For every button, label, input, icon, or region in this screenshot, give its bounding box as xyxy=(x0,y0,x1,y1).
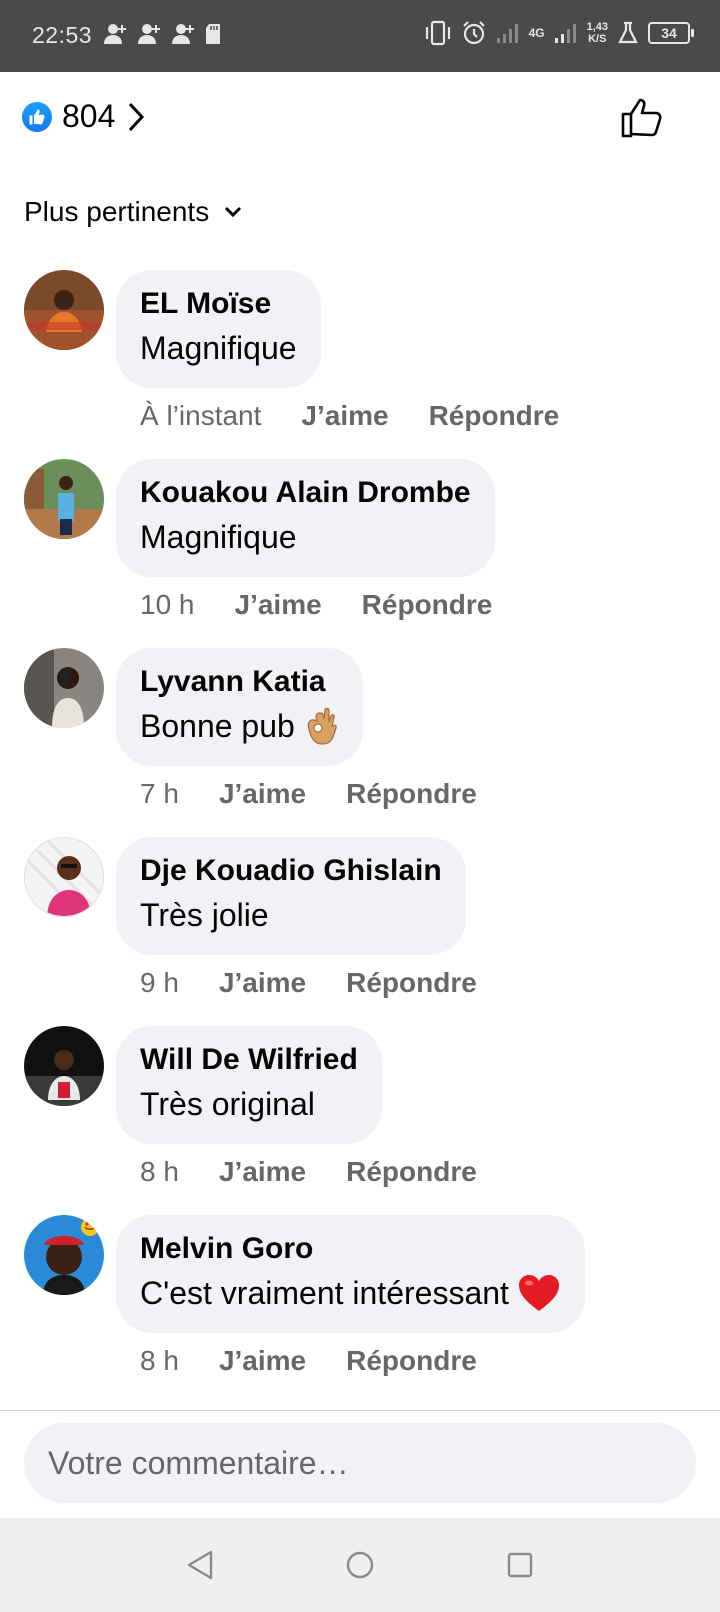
reactions-summary[interactable]: 804 xyxy=(22,98,145,135)
signal-icon xyxy=(496,24,518,43)
system-nav-bar xyxy=(0,1518,720,1612)
avatar[interactable] xyxy=(24,270,104,350)
comment-actions: 8 h J’aime Répondre xyxy=(140,1154,477,1190)
comment-bubble[interactable]: Dje Kouadio Ghislain Très jolie xyxy=(116,837,466,955)
sort-label: Plus pertinents xyxy=(24,196,210,227)
avatar[interactable] xyxy=(24,837,104,917)
network-speed: 1,43 K/S xyxy=(587,21,608,45)
red-heart-icon xyxy=(518,1275,559,1311)
comment-time: 10 h xyxy=(140,589,195,620)
comment-bubble[interactable]: Kouakou Alain Drombe Magnifique xyxy=(116,459,495,577)
speed-value: 1,43 xyxy=(586,21,608,33)
comment-text-content: Magnifique xyxy=(140,330,297,366)
comment-actions: 7 h J’aime Répondre xyxy=(140,776,477,812)
reply-link[interactable]: Répondre xyxy=(346,1154,477,1190)
comment-text: Très jolie xyxy=(140,891,442,939)
like-outline-icon[interactable] xyxy=(620,96,664,138)
comment-actions: 9 h J’aime Répondre xyxy=(140,965,477,1001)
person-add-icon xyxy=(138,24,160,44)
comment-bubble[interactable]: EL Moïse Magnifique xyxy=(116,270,321,388)
network-type: 4G xyxy=(528,26,545,40)
like-link[interactable]: J’aime xyxy=(301,398,388,434)
comment-input[interactable] xyxy=(24,1423,696,1503)
comment-bubble[interactable]: Melvin Goro C'est vraiment intéressant xyxy=(116,1215,585,1333)
comment-actions: À l’instant J’aime Répondre xyxy=(140,398,559,434)
comment-text: C'est vraiment intéressant xyxy=(140,1269,561,1317)
comment-item: Will De Wilfried Très original 8 h J’aim… xyxy=(0,1026,720,1221)
home-button[interactable] xyxy=(330,1535,390,1595)
comment-time: 9 h xyxy=(140,967,179,998)
chevron-right-icon xyxy=(129,102,145,131)
like-link[interactable]: J’aime xyxy=(219,965,306,1001)
ok-hand-icon xyxy=(307,707,337,745)
comment-actions: 10 h J’aime Répondre xyxy=(140,587,492,623)
like-link[interactable]: J’aime xyxy=(235,587,322,623)
comment-item: Melvin Goro C'est vraiment intéressant 8… xyxy=(0,1215,720,1410)
signal-icon xyxy=(554,24,576,43)
status-time: 22:53 xyxy=(32,22,93,48)
chevron-down-icon xyxy=(225,206,242,218)
reply-link[interactable]: Répondre xyxy=(362,587,493,623)
comment-author[interactable]: EL Moïse xyxy=(140,284,297,324)
like-link[interactable]: J’aime xyxy=(219,1154,306,1190)
reply-link[interactable]: Répondre xyxy=(429,398,560,434)
comments-list: EL Moïse Magnifique À l’instant J’aime R… xyxy=(0,270,720,1410)
comment-text-content: Très jolie xyxy=(140,897,269,933)
comment-text-content: Bonne pub xyxy=(140,708,295,744)
reply-link[interactable]: Répondre xyxy=(346,965,477,1001)
like-reaction-icon xyxy=(22,101,52,132)
comment-item: Lyvann Katia Bonne pub 7 h J’aime Répond… xyxy=(0,648,720,843)
like-link[interactable]: J’aime xyxy=(219,1343,306,1379)
status-right-icons: 4G 1,43 K/S 34 xyxy=(424,20,694,46)
vibrate-icon xyxy=(425,20,450,46)
comment-text-content: C'est vraiment intéressant xyxy=(140,1275,509,1311)
comment-time: 8 h xyxy=(140,1345,179,1376)
sd-card-icon xyxy=(206,24,220,44)
battery-icon: 34 xyxy=(648,22,694,44)
comment-actions: 8 h J’aime Répondre xyxy=(140,1343,477,1379)
comment-bubble[interactable]: Will De Wilfried Très original xyxy=(116,1026,382,1144)
flask-icon xyxy=(618,21,638,44)
avatar[interactable] xyxy=(24,1215,104,1295)
comment-text: Magnifique xyxy=(140,513,471,561)
comment-text: Très original xyxy=(140,1080,358,1128)
comment-text: Magnifique xyxy=(140,324,297,372)
comment-text-content: Magnifique xyxy=(140,519,297,555)
alarm-icon xyxy=(462,21,485,45)
reaction-count: 804 xyxy=(62,98,116,134)
recents-button[interactable] xyxy=(490,1535,550,1595)
avatar[interactable] xyxy=(24,648,104,728)
battery-level: 34 xyxy=(661,25,677,41)
comment-author[interactable]: Will De Wilfried xyxy=(140,1040,358,1080)
person-add-icon xyxy=(172,24,194,44)
comment-composer xyxy=(0,1410,720,1518)
status-bar: 22:53 4G 1,43 K/S 34 xyxy=(0,0,720,72)
speed-unit: K/S xyxy=(588,33,607,45)
reply-link[interactable]: Répondre xyxy=(346,776,477,812)
comment-item: EL Moïse Magnifique À l’instant J’aime R… xyxy=(0,270,720,465)
comment-author[interactable]: Kouakou Alain Drombe xyxy=(140,473,471,513)
like-link[interactable]: J’aime xyxy=(219,776,306,812)
comment-bubble[interactable]: Lyvann Katia Bonne pub xyxy=(116,648,363,766)
reply-link[interactable]: Répondre xyxy=(346,1343,477,1379)
sort-dropdown[interactable]: Plus pertinents xyxy=(24,196,243,228)
comment-text-content: Très original xyxy=(140,1086,315,1122)
recents-square-icon xyxy=(507,1552,533,1578)
comment-time: 8 h xyxy=(140,1156,179,1187)
avatar[interactable] xyxy=(24,1026,104,1106)
comment-author[interactable]: Melvin Goro xyxy=(140,1229,561,1269)
back-button[interactable] xyxy=(170,1535,230,1595)
comment-time: À l’instant xyxy=(140,400,262,431)
home-circle-icon xyxy=(346,1551,374,1579)
avatar[interactable] xyxy=(24,459,104,539)
back-triangle-icon xyxy=(187,1550,213,1580)
comment-item: Dje Kouadio Ghislain Très jolie 9 h J’ai… xyxy=(0,837,720,1032)
notification-icons xyxy=(102,22,222,46)
comment-text: Bonne pub xyxy=(140,702,339,750)
comment-item: Kouakou Alain Drombe Magnifique 10 h J’a… xyxy=(0,459,720,654)
comment-author[interactable]: Lyvann Katia xyxy=(140,662,339,702)
person-add-icon xyxy=(104,24,126,44)
comment-time: 7 h xyxy=(140,778,179,809)
comment-author[interactable]: Dje Kouadio Ghislain xyxy=(140,851,442,891)
